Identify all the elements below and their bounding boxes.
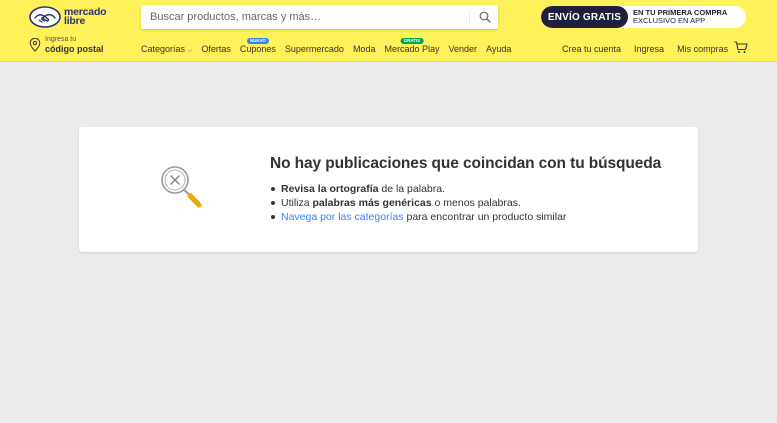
- nav-moda[interactable]: Moda: [353, 44, 376, 54]
- logo-wordmark: mercado libre: [64, 7, 107, 27]
- cart-icon[interactable]: [734, 41, 748, 54]
- location-pin-icon: [29, 38, 41, 52]
- nav-moda-label: Moda: [352, 44, 376, 54]
- search-icon: [479, 11, 491, 23]
- my-purchases-link[interactable]: Mis compras: [677, 44, 728, 54]
- nav-cupones[interactable]: NUEVO Cupones: [239, 38, 276, 54]
- tip-categories-rest: para encontrar un producto similar: [403, 211, 567, 223]
- nav-vender[interactable]: Vender: [448, 44, 477, 54]
- logo-word-2: libre: [64, 15, 86, 27]
- nav-cupones-label: Cupones: [239, 44, 276, 54]
- tip-generic-rest: o menos palabras.: [431, 197, 521, 209]
- location-text: Ingresa tu código postal: [45, 36, 104, 54]
- nav-ayuda[interactable]: Ayuda: [486, 44, 511, 54]
- tip-spelling-rest: de la palabra.: [378, 183, 446, 195]
- main-nav: Categorías ⌵ Ofertas NUEVO Cupones Superm…: [141, 38, 520, 56]
- tip-generic-strong: palabras más genéricas: [312, 197, 432, 209]
- tip-spelling: Revisa la ortografía de la palabra.: [270, 182, 566, 196]
- tip-generic-pre: Utiliza: [281, 197, 313, 209]
- search-button[interactable]: [472, 5, 498, 29]
- tip-generic-words: Utiliza palabras más genéricas o menos p…: [270, 196, 566, 210]
- promo-detail: EN TU PRIMERA COMPRA EXCLUSIVO EN APP: [633, 9, 727, 25]
- search-divider: [469, 10, 470, 24]
- mercadolibre-logo[interactable]: mercado libre: [29, 6, 114, 28]
- nav-ofertas-label: Ofertas: [201, 44, 231, 54]
- nav-supermercado[interactable]: Supermercado: [285, 44, 344, 54]
- nav-ofertas[interactable]: Ofertas: [201, 44, 231, 54]
- account-nav: Crea tu cuenta Ingresa Mis compras: [562, 42, 741, 56]
- nav-supermercado-label: Supermercado: [284, 44, 344, 54]
- empty-results-title: No hay publicaciones que coincidan con t…: [270, 155, 662, 172]
- magnifier-no-results-icon: [161, 166, 202, 208]
- tip-categories: Navega por las categorías para encontrar…: [270, 210, 566, 224]
- browse-categories-link[interactable]: Navega por las categorías: [281, 211, 404, 223]
- empty-results-card: No hay publicaciones que coincidan con t…: [79, 127, 698, 252]
- location-selector[interactable]: Ingresa tu código postal: [29, 35, 104, 55]
- nav-categorias-label: Categorías: [141, 43, 186, 54]
- handshake-logo-icon: [29, 6, 61, 28]
- promo-line-2: EXCLUSIVO EN APP: [633, 16, 706, 25]
- search-input[interactable]: [141, 5, 466, 29]
- search-tips-list: Revisa la ortografía de la palabra. Util…: [270, 182, 566, 224]
- search-bar: [141, 5, 498, 29]
- header: mercado libre ENVÍO GRATIS EN TU PRIMERA…: [0, 0, 777, 62]
- location-small-text: Ingresa tu: [45, 36, 77, 43]
- new-badge: NUEVO: [246, 38, 269, 44]
- create-account-link[interactable]: Crea tu cuenta: [562, 44, 621, 54]
- promo-free-shipping: ENVÍO GRATIS: [541, 6, 628, 28]
- promo-banner[interactable]: ENVÍO GRATIS EN TU PRIMERA COMPRA EXCLUS…: [541, 6, 746, 28]
- nav-ayuda-label: Ayuda: [486, 44, 512, 54]
- free-badge: GRATIS: [400, 38, 424, 44]
- nav-vender-label: Vender: [448, 44, 478, 54]
- location-big-text: código postal: [45, 44, 104, 54]
- chevron-down-icon: ⌵: [187, 46, 193, 54]
- tip-spelling-strong: Revisa la ortografía: [281, 183, 379, 195]
- nav-mercado-play[interactable]: GRATIS Mercado Play: [384, 38, 440, 54]
- nav-categorias[interactable]: Categorías ⌵: [141, 44, 192, 55]
- login-link[interactable]: Ingresa: [634, 44, 664, 54]
- nav-mercado-play-label: Mercado Play: [384, 44, 440, 54]
